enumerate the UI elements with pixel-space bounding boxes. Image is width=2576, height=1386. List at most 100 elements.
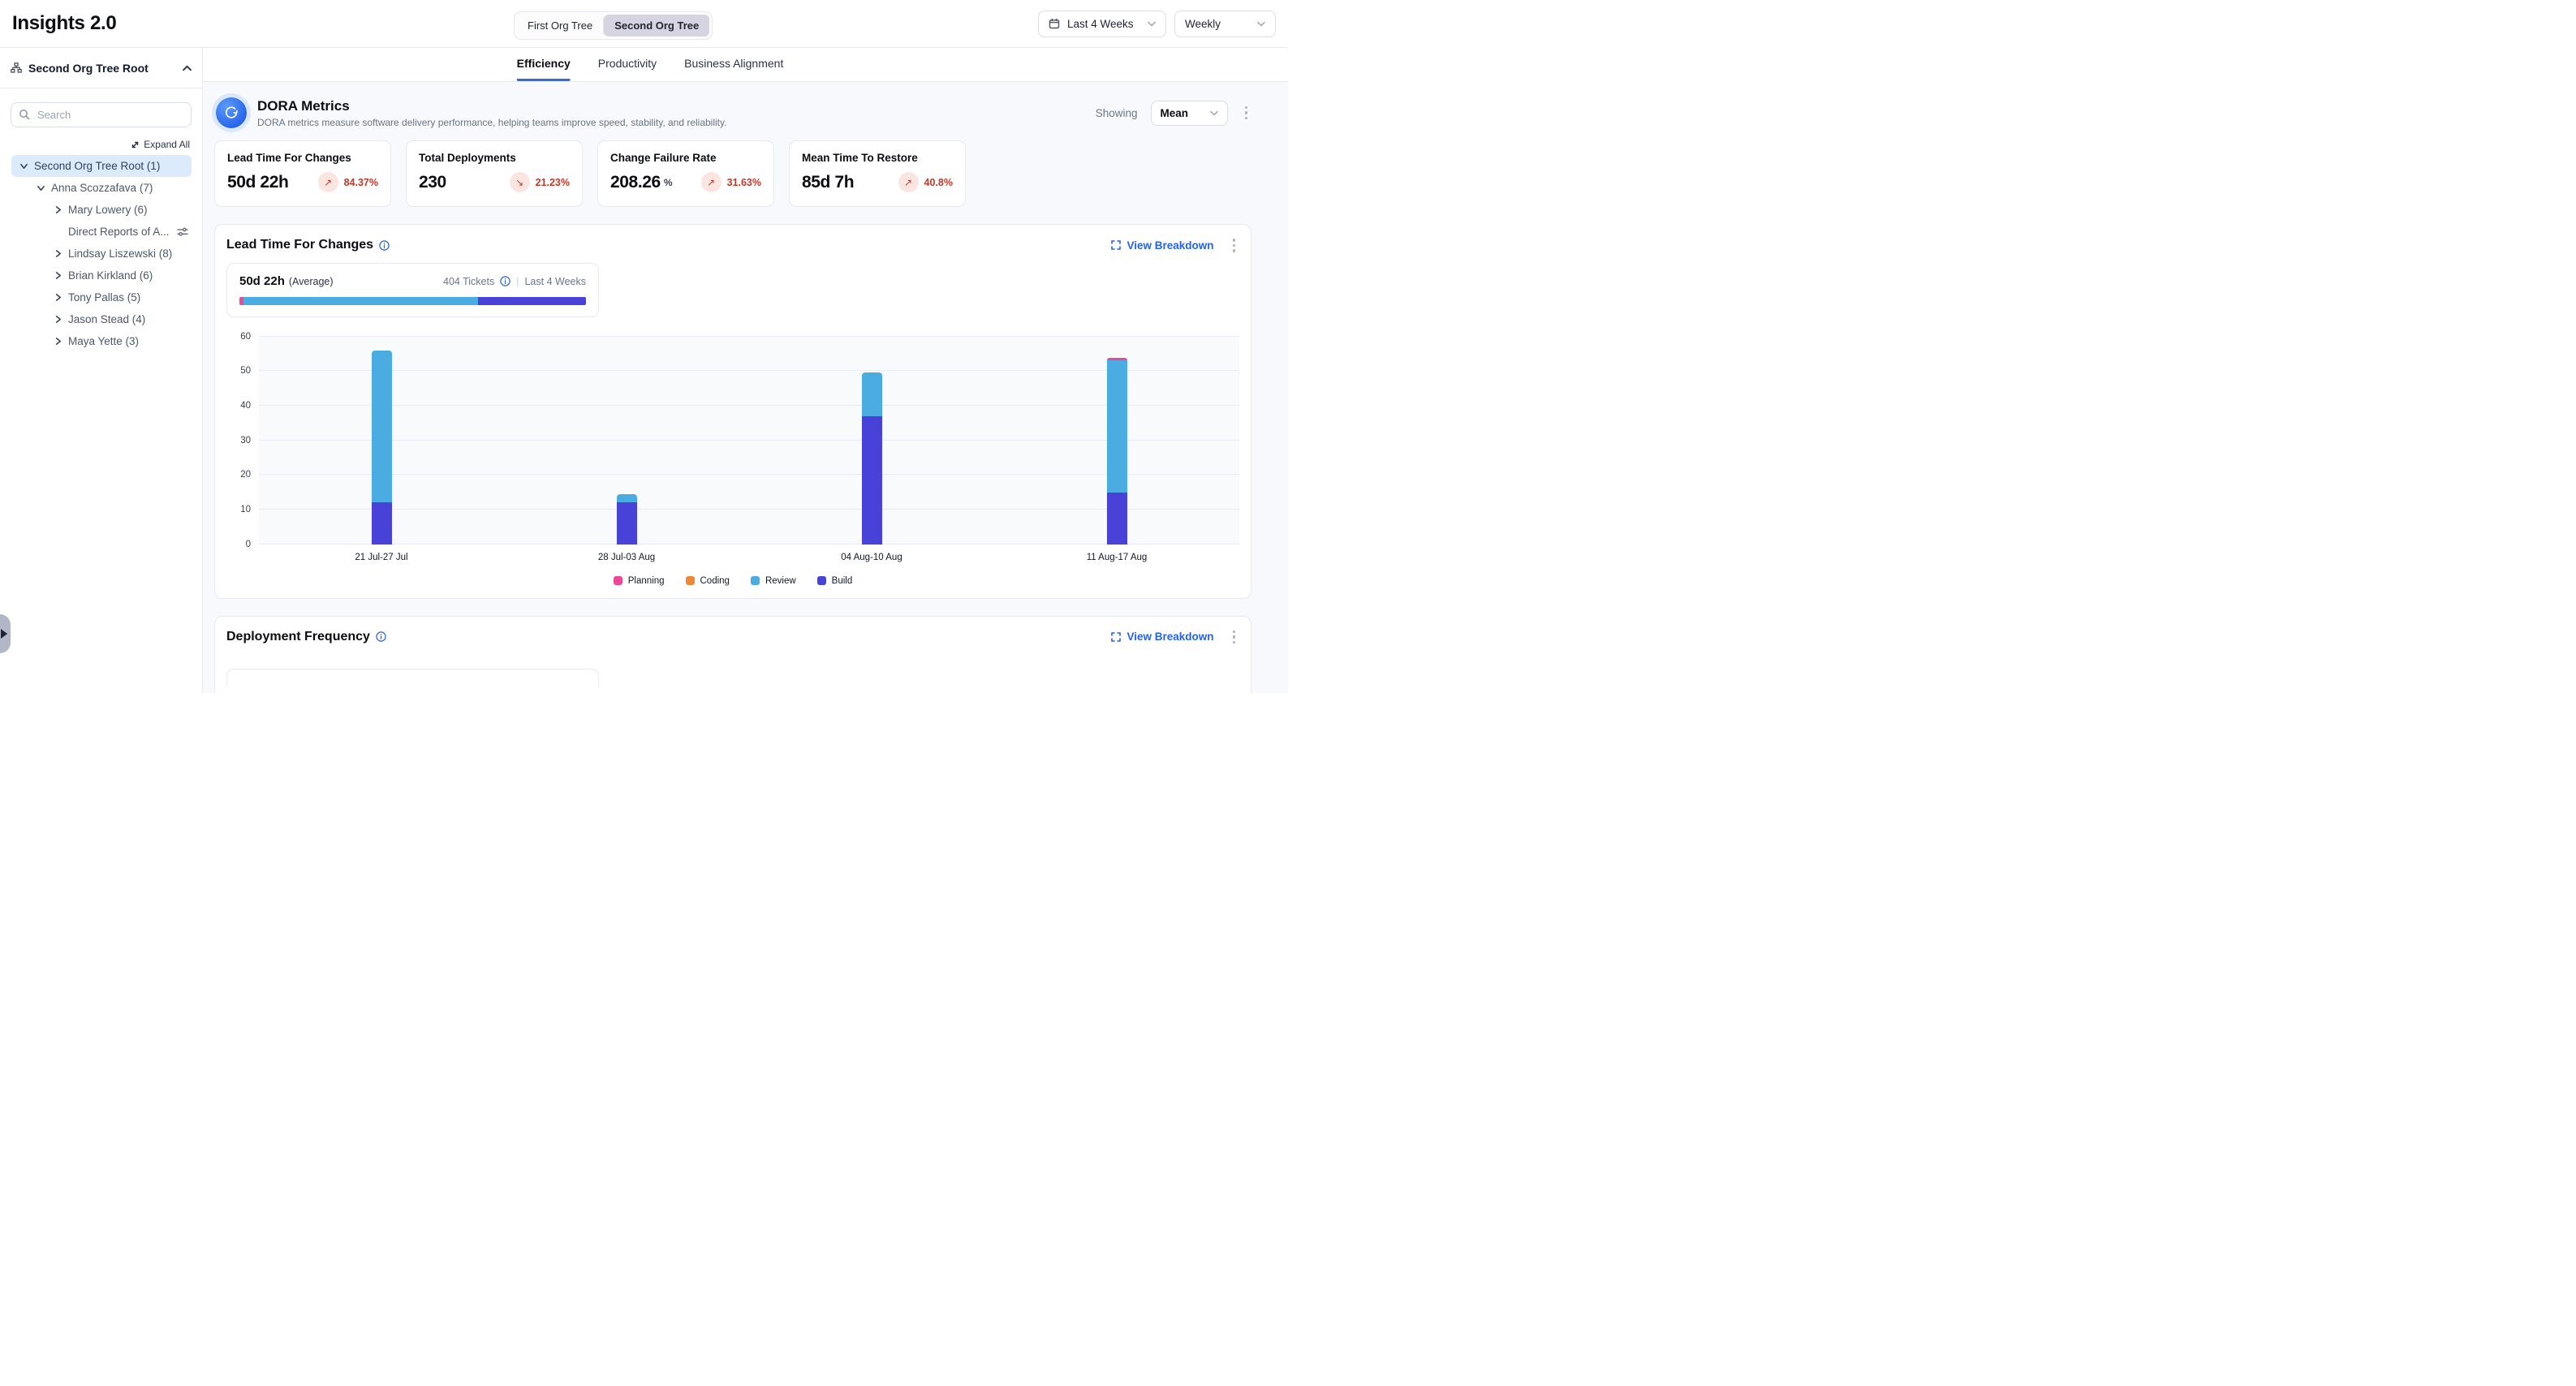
org-chart-icon [11, 62, 22, 73]
legend-item-build: Build [817, 576, 853, 586]
stacked-bar-1[interactable] [372, 351, 392, 544]
bar-segment-build [617, 502, 637, 544]
tree-item[interactable]: Maya Yette (3) [11, 330, 192, 352]
lead-time-menu-button[interactable] [1229, 235, 1240, 256]
tab-productivity[interactable]: Productivity [598, 48, 657, 81]
chevron-right-icon [54, 293, 62, 302]
tree-chevron[interactable] [53, 271, 62, 280]
org-toggle-option-1[interactable]: First Org Tree [517, 15, 603, 37]
y-tick-label: 0 [246, 540, 251, 549]
info-icon[interactable] [379, 240, 390, 251]
summary-average-qualifier: (Average) [289, 276, 334, 287]
search-input[interactable] [11, 102, 192, 127]
tree-item[interactable]: Anna Scozzafava (7) [11, 177, 192, 199]
org-tree: Second Org Tree Root (1) Anna Scozzafava … [0, 155, 202, 352]
legend-item-coding: Coding [686, 576, 730, 586]
tree-chevron[interactable] [53, 337, 62, 346]
metric-card-delta: ↗ 40.8% [898, 172, 953, 192]
summary-separator: | [516, 276, 519, 287]
tree-item-label: Tony Pallas (5) [68, 291, 140, 303]
tree-chevron[interactable] [53, 315, 62, 324]
main-content: DORA Metrics DORA metrics measure softwa… [203, 82, 1288, 693]
tree-chevron[interactable] [53, 293, 62, 302]
deployment-frequency-title: Deployment Frequency [226, 630, 370, 644]
metric-card-lead-time-for-changes: Lead Time For Changes50d 22h↗84.37% [214, 140, 391, 207]
tree-item[interactable]: Second Org Tree Root (1) [11, 155, 192, 177]
metric-card-delta-value: 40.8% [924, 177, 953, 188]
collapse-chevron-icon[interactable] [183, 65, 192, 71]
chevron-down-icon [19, 162, 28, 170]
bar-column [504, 337, 749, 544]
bar-column [994, 337, 1239, 544]
y-tick-label: 20 [240, 470, 251, 480]
chevron-right-icon [54, 205, 62, 214]
info-icon[interactable] [500, 276, 510, 286]
period-dropdown-value: Last 4 Weeks [1067, 18, 1140, 30]
metric-card-total-deployments: Total Deployments230↘21.23% [406, 140, 583, 207]
metric-card-value: 85d 7h [802, 173, 854, 192]
topbar-controls: Last 4 Weeks Weekly [1038, 11, 1276, 37]
stacked-bar-2[interactable] [617, 494, 637, 544]
y-tick-label: 50 [240, 366, 251, 376]
y-tick-label: 60 [240, 332, 251, 342]
tree-chevron[interactable] [36, 183, 45, 192]
expand-corners-icon [1111, 240, 1121, 250]
sidebar-expand-handle[interactable] [0, 614, 11, 653]
tab-business-alignment[interactable]: Business Alignment [684, 48, 783, 81]
summary-average-value: 50d 22h [239, 274, 285, 288]
tree-chevron[interactable] [53, 205, 62, 214]
y-tick-label: 40 [240, 401, 251, 411]
dora-menu-button[interactable] [1241, 103, 1252, 123]
metric-card-label: Lead Time For Changes [227, 152, 378, 164]
trend-arrow-icon: ↘ [510, 172, 530, 192]
tree-item[interactable]: Jason Stead (4) [11, 308, 192, 330]
chevron-right-icon [54, 249, 62, 258]
lead-time-title: Lead Time For Changes [226, 238, 373, 252]
bar-segment-build [372, 502, 392, 544]
y-tick-label: 10 [240, 505, 251, 514]
tree-chevron[interactable] [53, 249, 62, 258]
lead-time-view-breakdown-link[interactable]: View Breakdown [1111, 239, 1213, 252]
bar-column [749, 337, 994, 544]
tree-chevron[interactable] [19, 161, 28, 170]
stacked-bar-3[interactable] [862, 372, 882, 544]
dora-header: DORA Metrics DORA metrics measure softwa… [216, 97, 1251, 128]
main-area: Efficiency Productivity Business Alignment… [203, 48, 1288, 693]
tree-item-label: Second Org Tree Root (1) [34, 160, 160, 172]
info-icon[interactable] [376, 631, 386, 642]
chart-y-axis: 0102030405060 [226, 337, 259, 544]
tab-efficiency[interactable]: Efficiency [517, 48, 571, 81]
legend-swatch [751, 576, 760, 585]
aggregation-dropdown[interactable]: Mean [1151, 101, 1228, 126]
trend-arrow-icon: ↗ [898, 172, 919, 192]
metric-card-mean-time-to-restore: Mean Time To Restore 85d 7h ↗ 40.8% [789, 140, 966, 207]
metric-card-label: Mean Time To Restore [802, 152, 953, 164]
tree-item[interactable]: Mary Lowery (6) [11, 199, 192, 221]
tree-item[interactable]: Brian Kirkland (6) [11, 265, 192, 286]
summary-tickets: 404 Tickets [443, 276, 494, 287]
period-dropdown[interactable]: Last 4 Weeks [1038, 11, 1166, 37]
stacked-bar-4[interactable] [1107, 358, 1127, 544]
deployment-menu-button[interactable] [1229, 627, 1240, 648]
trend-arrow-icon: ↗ [701, 172, 722, 192]
granularity-dropdown[interactable]: Weekly [1174, 11, 1276, 37]
tree-item-label: Maya Yette (3) [68, 335, 139, 347]
bar-segment-review [617, 494, 637, 503]
legend-label: Coding [700, 576, 730, 586]
org-toggle-option-2[interactable]: Second Org Tree [604, 15, 709, 37]
sidebar-header-title: Second Org Tree Root [28, 62, 176, 75]
filter-sliders-icon[interactable] [177, 226, 188, 237]
metric-card-label: Total Deployments [419, 152, 570, 164]
insights-page: Insights 2.0 First Org TreeSecond Org Tr… [0, 0, 1288, 693]
chevron-down-icon [1257, 21, 1265, 27]
deployment-view-breakdown-link[interactable]: View Breakdown [1111, 631, 1213, 643]
tree-item[interactable]: Direct Reports of A... [11, 221, 192, 243]
expand-all-button[interactable]: Expand All [0, 139, 190, 150]
tree-item[interactable]: Lindsay Liszewski (8) [11, 243, 192, 265]
phase-distribution-bar [239, 297, 586, 305]
chevron-right-icon [54, 315, 62, 324]
chevron-down-icon [1148, 21, 1156, 27]
tabs-bar: Efficiency Productivity Business Alignment [203, 48, 1288, 82]
legend-item-planning: Planning [614, 576, 665, 586]
tree-item[interactable]: Tony Pallas (5) [11, 286, 192, 308]
